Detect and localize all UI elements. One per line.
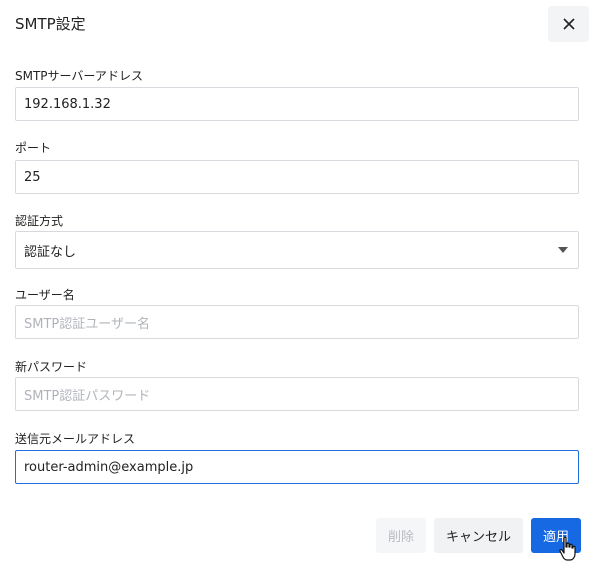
smtp-server-value: 192.168.1.32 [24,96,111,112]
port-input[interactable]: 25 [15,160,579,194]
auth-method-label: 認証方式 [15,214,64,228]
hand-cursor-icon [559,536,576,561]
chevron-down-icon [558,247,568,253]
port-label: ポート [15,141,52,155]
new-password-placeholder: SMTP認証パスワード [24,388,151,404]
username-input[interactable]: SMTP認証ユーザー名 [15,305,579,339]
new-password-input[interactable]: SMTP認証パスワード [15,377,579,411]
smtp-server-input[interactable]: 192.168.1.32 [15,87,579,121]
dialog-title: SMTP設定 [15,15,86,33]
delete-button[interactable]: 削除 [376,518,426,553]
smtp-settings-dialog: SMTP設定 SMTPサーバーアドレス 192.168.1.32 ポート 25 … [0,0,597,568]
auth-method-select[interactable]: 認証なし [15,231,579,269]
cancel-button[interactable]: キャンセル [434,518,523,553]
username-placeholder: SMTP認証ユーザー名 [24,316,150,332]
sender-email-label: 送信元メールアドレス [15,432,136,446]
sender-email-value: router-admin@example.jp [24,459,194,475]
close-button[interactable] [548,6,589,42]
close-icon [562,18,575,30]
username-label: ユーザー名 [15,288,75,302]
port-value: 25 [24,169,41,185]
sender-email-input[interactable]: router-admin@example.jp [15,450,579,484]
auth-method-value: 認証なし [24,244,77,260]
smtp-server-label: SMTPサーバーアドレス [15,69,143,83]
new-password-label: 新パスワード [15,360,88,374]
